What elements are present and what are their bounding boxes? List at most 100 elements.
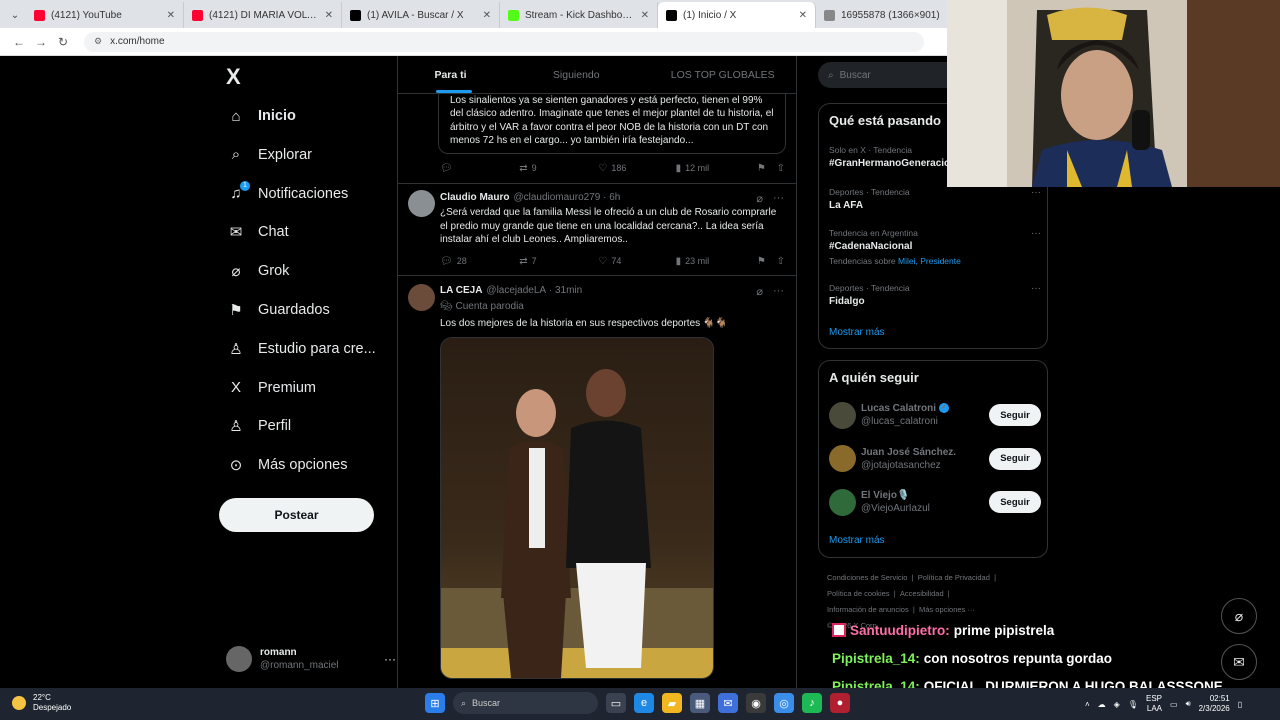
grok-fab-icon[interactable]: ⌀ (1221, 598, 1257, 634)
browser-tab[interactable]: (1) Inicio / X ✕ (658, 2, 816, 28)
bookmark-button[interactable]: ⚑ (757, 161, 777, 175)
more-icon[interactable]: ··· (773, 285, 784, 298)
avatar[interactable] (829, 401, 856, 429)
trend-item[interactable]: Tendencia en Argentina #CadenaNacional Ten… (829, 228, 1041, 266)
trend-item[interactable]: Deportes · Tendencia La AFA ··· (829, 187, 1041, 211)
start-icon[interactable]: ⊞ (425, 693, 445, 713)
follow-suggestion[interactable]: Juan José Sánchez. @jotajotasanchez Seguir (829, 443, 1041, 475)
app-icon[interactable]: ◉ (746, 693, 766, 713)
obs-icon[interactable]: ● (830, 693, 850, 713)
more-icon[interactable]: ··· (1031, 283, 1041, 294)
back-icon[interactable]: ← (8, 35, 30, 49)
reply-button[interactable]: 💬︎ (440, 161, 519, 175)
network-icon[interactable]: ▭ (1170, 700, 1178, 709)
mail-app-icon[interactable]: ✉ (718, 693, 738, 713)
follow-button[interactable]: Seguir (989, 491, 1041, 513)
sidebar-item-bell[interactable]: ♫ 1 Notificaciones (226, 176, 348, 212)
quoted-post[interactable]: Los sinalientos ya se sienten ganadores … (438, 90, 786, 154)
footer-link[interactable]: Condiciones de Servicio (827, 573, 907, 582)
chrome-icon[interactable]: ◎ (774, 693, 794, 713)
post-time[interactable]: · 31min (549, 285, 582, 296)
reload-icon[interactable]: ↻ (52, 35, 74, 49)
mic-icon[interactable]: 🎙︎ (1128, 700, 1138, 709)
like-button[interactable]: ♡ 74 (598, 254, 675, 268)
taskbar-search[interactable]: ⌕ Buscar (453, 692, 598, 714)
more-icon[interactable]: ··· (1031, 187, 1041, 198)
repost-button[interactable]: ⇄ 7 (519, 254, 598, 268)
clock[interactable]: 02:51 2/3/2026 (1199, 694, 1230, 714)
show-more-follow[interactable]: Mostrar más (829, 535, 885, 546)
footer-link[interactable]: Accesibilidad (900, 589, 944, 598)
account-switcher[interactable]: romann @romann_maciel ··· (226, 642, 396, 676)
sidebar-item-studio[interactable]: ♙ Estudio para cre... (226, 331, 375, 367)
sidebar-item-grok[interactable]: ⌀ Grok (226, 253, 289, 289)
avatar[interactable] (829, 445, 856, 472)
volume-icon[interactable]: 🔊︎ (1186, 699, 1191, 709)
spotify-icon[interactable]: ♪ (802, 693, 822, 713)
avatar[interactable] (408, 284, 435, 311)
sidebar-item-home[interactable]: ⌂ Inicio (226, 98, 295, 134)
repost-button[interactable]: ⇄ 9 (519, 161, 598, 175)
share-button[interactable]: ⇧ (777, 254, 785, 268)
url-field[interactable]: ⚙ x.com/home (84, 31, 924, 52)
reply-button[interactable]: 💬︎ 28 (440, 254, 519, 268)
like-button[interactable]: ♡ 186 (598, 161, 675, 175)
views-button[interactable]: ▮ 12 mil (676, 161, 757, 175)
avatar[interactable] (408, 190, 435, 217)
follow-suggestion[interactable]: Lucas Calatroni ✓ @lucas_calatroni Seguir (829, 399, 1041, 431)
store-icon[interactable]: ▦ (690, 693, 710, 713)
browser-tab[interactable]: (4121) YouTube ✕ (26, 2, 184, 28)
app-tray-icon[interactable]: ◈ (1114, 700, 1120, 709)
tab-top-globales[interactable]: LOS TOP GLOBALES (650, 56, 797, 93)
site-info-icon[interactable]: ⚙ (94, 36, 102, 47)
sidebar-item-person[interactable]: ♙ Perfil (226, 408, 291, 444)
post-image[interactable] (440, 337, 714, 679)
sidebar-item-mail[interactable]: ✉ Chat (226, 214, 289, 250)
author-name[interactable]: LA CEJA (440, 285, 482, 296)
more-icon[interactable]: ··· (384, 652, 396, 666)
close-icon[interactable]: ✕ (325, 10, 333, 21)
language-indicator[interactable]: ESP LAA (1146, 694, 1162, 714)
author-name[interactable]: Claudio Mauro (440, 192, 509, 203)
show-more-trends[interactable]: Mostrar más (829, 327, 885, 338)
x-logo[interactable]: X (226, 64, 241, 90)
trend-links[interactable]: Milei, Presidente (898, 256, 961, 266)
folder-icon[interactable]: ▰ (662, 693, 682, 713)
more-icon[interactable]: ··· (773, 192, 784, 205)
avatar[interactable] (829, 488, 856, 516)
task-view-icon[interactable]: ▭ (606, 693, 626, 713)
chevron-up-icon[interactable]: ˄ (1085, 700, 1090, 709)
sidebar-item-x-premium[interactable]: X Premium (226, 370, 316, 406)
footer-link[interactable]: Más opciones ··· (919, 605, 975, 614)
footer-link[interactable]: Información de anuncios (827, 605, 909, 614)
footer-link[interactable]: Política de Privacidad (918, 573, 990, 582)
messages-fab-icon[interactable]: ✉ (1221, 644, 1257, 680)
post-la-ceja[interactable]: LA CEJA @lacejadeLA · 31min ⌀ ··· 🎭︎ Cuent… (398, 276, 796, 688)
browser-tab[interactable]: Stream - Kick Dashboard ✕ (500, 2, 658, 28)
weather-widget[interactable]: 22°C Despejado (12, 693, 71, 713)
sidebar-item-bookmark[interactable]: ⚑ Guardados (226, 292, 329, 328)
views-button[interactable]: ▮ 23 mil (676, 254, 757, 268)
footer-link[interactable]: Política de cookies (827, 589, 890, 598)
grok-icon[interactable]: ⌀ (756, 285, 763, 298)
browser-tab[interactable]: (4121) DI MARÍA VOLVIÓ A DAR... ✕ (184, 2, 342, 28)
post-button[interactable]: Postear (219, 498, 374, 532)
sidebar-item-search[interactable]: ⌕ Explorar (226, 137, 312, 173)
edge-icon[interactable]: e (634, 693, 654, 713)
tab-search-button[interactable]: ⌄ (4, 2, 26, 28)
bookmark-button[interactable]: ⚑ (757, 254, 777, 268)
tab-siguiendo[interactable]: Siguiendo (503, 56, 650, 93)
close-icon[interactable]: ✕ (799, 10, 807, 21)
grok-icon[interactable]: ⌀ (756, 192, 763, 205)
forward-icon[interactable]: → (30, 35, 52, 49)
author-handle[interactable]: @lacejadeLA (486, 285, 546, 296)
trend-item[interactable]: Deportes · Tendencia Fidalgo ··· (829, 283, 1041, 307)
more-icon[interactable]: ··· (1031, 228, 1041, 239)
close-icon[interactable]: ✕ (641, 10, 649, 21)
cloud-icon[interactable]: ☁ (1098, 700, 1106, 709)
share-button[interactable]: ⇧ (777, 161, 785, 175)
follow-suggestion[interactable]: El Viejo🎙️ @ViejoAurIazul Seguir (829, 486, 1041, 518)
close-icon[interactable]: ✕ (167, 10, 175, 21)
tab-para-ti[interactable]: Para ti (398, 56, 503, 93)
close-icon[interactable]: ✕ (483, 10, 491, 21)
